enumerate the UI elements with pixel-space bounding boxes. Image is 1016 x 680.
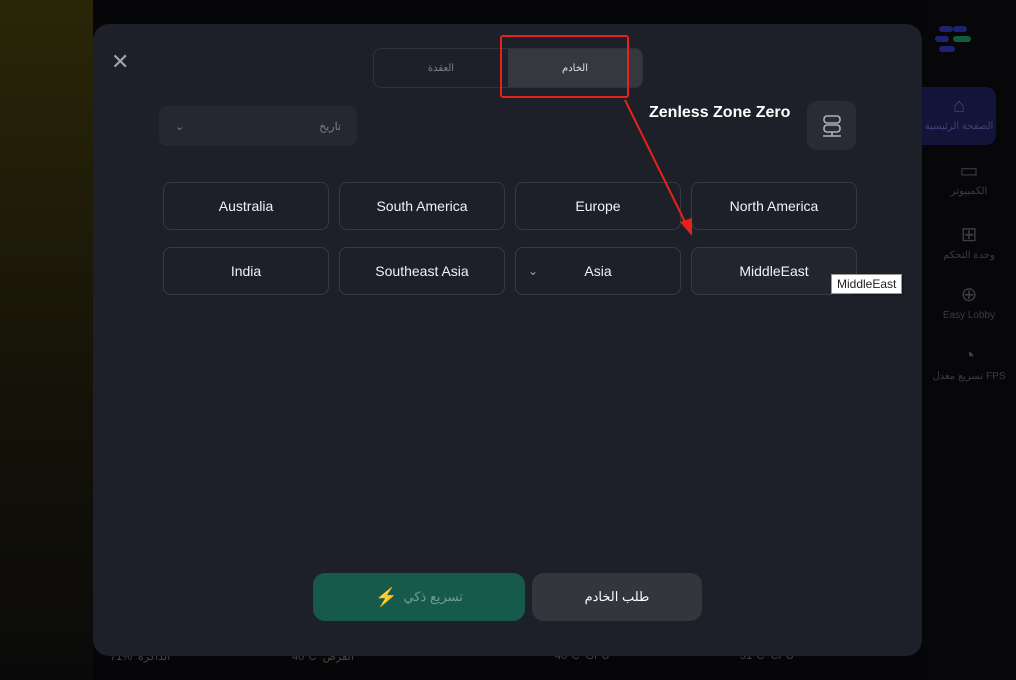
tooltip: MiddleEast	[831, 274, 903, 294]
close-icon: ✕	[111, 49, 130, 74]
region-southeast-asia[interactable]: Southeast Asia	[339, 247, 505, 295]
region-north-america[interactable]: North America	[691, 182, 857, 230]
lightning-icon: ⚡	[375, 586, 398, 607]
history-select[interactable]: ⌄ تاريخ	[159, 106, 357, 146]
sidebar-item-controller[interactable]: ⊞ وحدة التحكم	[922, 222, 1016, 261]
home-icon: ⌂	[952, 95, 966, 117]
app-logo	[935, 26, 971, 52]
request-server-button[interactable]: طلب الخادم	[532, 573, 702, 621]
monitor-icon: ▭	[959, 160, 979, 182]
sidebar-item-computer[interactable]: ▭ الكمبيوتر	[922, 158, 1016, 197]
server-icon	[807, 101, 856, 150]
region-india[interactable]: India	[163, 247, 329, 295]
tab-node[interactable]: العقدة	[374, 49, 508, 87]
server-select-dialog: ✕ العقدة الخادم ⌄ تاريخ Zenless Zone Zero…	[93, 24, 922, 656]
sidebar: ⌂ الصفحة الرئيسية ▭ الكمبيوتر ⊞ وحدة التحكم…	[922, 0, 1016, 680]
game-title: Zenless Zone Zero	[649, 104, 791, 121]
target-icon: ⊕	[960, 284, 978, 306]
region-south-america[interactable]: South America	[339, 182, 505, 230]
sidebar-item-easy-lobby[interactable]: ⊕ Easy Lobby	[922, 282, 1016, 321]
background-game-art	[0, 0, 93, 680]
region-grid: Australia South America Europe North Ame…	[163, 182, 857, 295]
speedometer-icon: ◔	[962, 345, 976, 367]
chevron-down-icon[interactable]: ⌄	[528, 264, 538, 278]
region-europe[interactable]: Europe	[515, 182, 681, 230]
chevron-down-icon: ⌄	[175, 120, 185, 133]
annotation-highlight-box	[500, 35, 629, 98]
close-button[interactable]: ✕	[111, 49, 130, 74]
region-asia[interactable]: ⌄ Asia	[515, 247, 681, 295]
smart-boost-button[interactable]: ⚡ تسريع ذكي	[313, 573, 525, 621]
region-australia[interactable]: Australia	[163, 182, 329, 230]
gamepad-icon: ⊞	[960, 224, 978, 246]
sidebar-item-home[interactable]: ⌂ الصفحة الرئيسية	[922, 87, 996, 145]
sidebar-item-fps[interactable]: ◔ تسريع معدل FPS	[922, 345, 1016, 382]
